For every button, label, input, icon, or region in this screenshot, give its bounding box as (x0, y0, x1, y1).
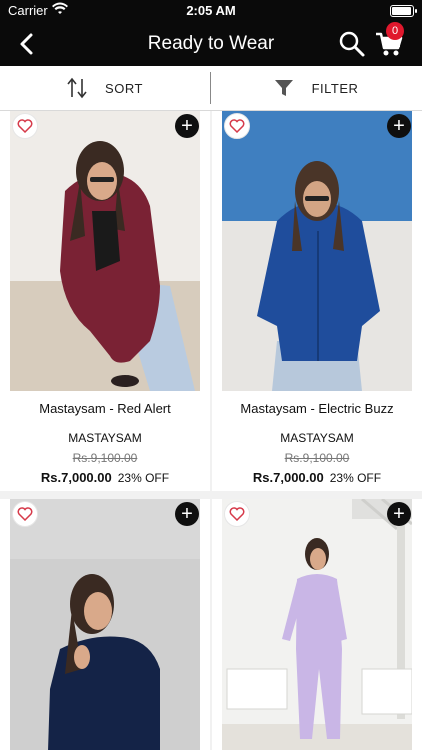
product-image (222, 499, 412, 750)
sort-icon (67, 77, 87, 99)
add-to-cart-plus-icon[interactable]: + (387, 502, 411, 526)
add-to-cart-plus-icon[interactable]: + (387, 114, 411, 138)
discount-label: 23% OFF (117, 471, 170, 485)
price-line: Rs.7,000.00 23% OFF (0, 470, 210, 485)
sort-label: SORT (105, 80, 143, 96)
product-card[interactable]: + (212, 499, 422, 750)
wishlist-heart-icon[interactable] (224, 501, 250, 527)
filter-icon (274, 80, 293, 96)
product-brand: MASTAYSAM (68, 431, 142, 445)
original-price: Rs.9,100.00 (72, 451, 138, 465)
add-to-cart-plus-icon[interactable]: + (175, 502, 199, 526)
wishlist-heart-icon[interactable] (12, 501, 38, 527)
add-to-cart-plus-icon[interactable]: + (175, 114, 199, 138)
original-price: Rs.9,100.00 (284, 451, 350, 465)
wishlist-heart-icon[interactable] (12, 113, 38, 139)
product-image (10, 111, 200, 391)
sort-button[interactable]: SORT (0, 66, 210, 110)
price-line: Rs.7,000.00 23% OFF (212, 470, 422, 485)
filter-label: FILTER (311, 80, 359, 96)
search-icon[interactable] (338, 30, 366, 58)
cart-count-badge: 0 (386, 22, 404, 40)
product-card[interactable]: + Mastaysam - Red Alert MASTAYSAM Rs.9,1… (0, 111, 210, 491)
product-card[interactable]: + (0, 499, 210, 750)
product-name[interactable]: Mastaysam - Red Alert (0, 401, 210, 416)
nav-bar: Ready to Wear 0 (0, 22, 422, 66)
product-brand: MASTAYSAM (280, 431, 354, 445)
sale-price: Rs.7,000.00 (252, 470, 324, 485)
sale-price: Rs.7,000.00 (40, 470, 112, 485)
wishlist-heart-icon[interactable] (224, 113, 250, 139)
sort-filter-bar: SORT FILTER (0, 66, 422, 111)
product-name[interactable]: Mastaysam - Electric Buzz (212, 401, 422, 416)
battery-icon (390, 5, 417, 17)
status-bar: Carrier 2:05 AM (0, 0, 422, 22)
discount-label: 23% OFF (329, 471, 382, 485)
product-card[interactable]: + Mastaysam - Electric Buzz MASTAYSAM Rs… (212, 111, 422, 491)
clock: 2:05 AM (186, 3, 236, 18)
product-image (10, 499, 200, 750)
filter-button[interactable]: FILTER (211, 66, 421, 110)
product-image (222, 111, 412, 391)
product-grid: + Mastaysam - Red Alert MASTAYSAM Rs.9,1… (0, 111, 422, 750)
